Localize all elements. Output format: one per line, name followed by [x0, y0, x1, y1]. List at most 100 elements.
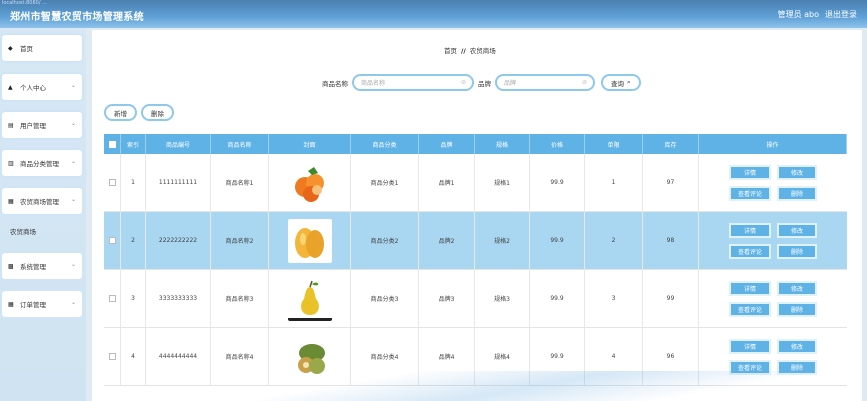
- table-row[interactable]: 3 3333333333 商品名称3 商品分类3 品牌3 规格3 99.9 3 …: [104, 270, 847, 328]
- cell-name: 商品名称1: [211, 154, 269, 211]
- sidebar-item-label: 商品分类管理: [20, 160, 59, 168]
- row-actions: 详情 修改 查看评论 删除: [729, 338, 817, 375]
- col-header: 索引: [121, 134, 146, 154]
- cell-code: 2222222222: [146, 212, 211, 269]
- col-header: 商品分类: [351, 134, 419, 154]
- row-checkbox[interactable]: [108, 179, 116, 186]
- cell-category: 商品分类2: [351, 212, 419, 269]
- cell-brand: 品牌2: [419, 212, 475, 269]
- col-header: 库存: [643, 134, 699, 154]
- breadcrumb-home[interactable]: 首页: [444, 47, 457, 55]
- cell-spec: 规格3: [475, 270, 530, 327]
- row-checkbox[interactable]: [108, 353, 116, 360]
- logout-link[interactable]: 退出登录: [825, 9, 857, 20]
- sidebar-subitem-market[interactable]: 农贸商场: [10, 226, 36, 236]
- breadcrumb-separator: //: [461, 47, 466, 55]
- cell-category: 商品分类3: [351, 270, 419, 327]
- toolbar: 新增 删除: [104, 104, 178, 121]
- review-button[interactable]: 查看评论: [729, 301, 771, 317]
- detail-button[interactable]: 详情: [729, 164, 771, 180]
- row-checkbox[interactable]: [108, 295, 116, 302]
- brand-input[interactable]: 品牌 ⊘: [495, 74, 595, 91]
- cell-stock: 97: [643, 154, 699, 211]
- sidebar-item-category[interactable]: ▥ 商品分类管理 ⌄: [2, 150, 82, 176]
- cell-limit: 2: [585, 212, 643, 269]
- sidebar-item-profile[interactable]: ▲ 个人中心 ⌄: [2, 74, 82, 100]
- product-name-placeholder: 商品名称: [361, 80, 386, 87]
- search-icon: ⌕: [627, 78, 631, 86]
- row-actions: 详情 修改 查看评论 删除: [729, 164, 817, 201]
- cell-code: 3333333333: [146, 270, 211, 327]
- delete-button[interactable]: 删除: [141, 104, 174, 121]
- sidebar-item-orders[interactable]: ▦ 订单管理 ⌄: [2, 291, 82, 317]
- add-button[interactable]: 新增: [104, 104, 137, 121]
- breadcrumb: 首页 //农贸商场: [444, 45, 496, 55]
- detail-button[interactable]: 详情: [729, 280, 771, 296]
- product-image-pear: [287, 276, 332, 321]
- row-delete-button[interactable]: 删除: [777, 243, 817, 259]
- detail-button[interactable]: 详情: [729, 338, 771, 354]
- sidebar-item-users[interactable]: ▤ 用户管理 ⌄: [2, 112, 82, 138]
- app-title: 郑州市智慧农贸市场管理系统: [10, 12, 144, 23]
- grid-icon: ▦: [8, 300, 14, 308]
- review-button[interactable]: 查看评论: [729, 243, 771, 259]
- cell-price: 99.9: [530, 212, 585, 269]
- chart-icon: ▥: [8, 159, 14, 167]
- row-delete-button[interactable]: 删除: [777, 185, 817, 201]
- table-row[interactable]: 2 2222222222 商品名称2 商品分类2 品牌2 规格2 99.9 2 …: [104, 212, 847, 270]
- product-table: 索引 商品编号 商品名称 封面 商品分类 品牌 规格 价格 单限 库存 操作 1…: [104, 134, 847, 386]
- edit-button[interactable]: 修改: [777, 280, 817, 296]
- sidebar-item-label: 用户管理: [20, 122, 46, 130]
- chevron-down-icon: ⌄: [70, 196, 76, 203]
- current-user: 管理员 abo: [777, 10, 819, 19]
- table-row[interactable]: 1 1111111111 商品名称1 商品分类1 品牌1 规格1 99.9 1 …: [104, 154, 847, 212]
- cell-limit: 3: [585, 270, 643, 327]
- grid-icon: ▦: [8, 197, 14, 205]
- cell-price: 99.9: [530, 270, 585, 327]
- clear-icon: ⊘: [581, 79, 587, 86]
- cell-brand: 品牌1: [419, 154, 475, 211]
- sidebar-item-label: 订单管理: [20, 301, 46, 309]
- users-icon: ▤: [8, 121, 14, 129]
- cell-brand: 品牌3: [419, 270, 475, 327]
- cell-name: 商品名称2: [211, 212, 269, 269]
- sidebar-item-home[interactable]: ◆ 首页: [2, 35, 82, 61]
- review-button[interactable]: 查看评论: [729, 185, 771, 201]
- top-bar: localhost:8080/ ... 郑州市智慧农贸市场管理系统 管理员 ab…: [0, 0, 867, 28]
- search-label-name: 商品名称: [322, 79, 348, 88]
- breadcrumb-current: 农贸商场: [469, 47, 496, 55]
- edit-button[interactable]: 修改: [777, 222, 817, 238]
- col-header: 价格: [530, 134, 585, 154]
- product-name-input[interactable]: 商品名称 ⊘: [352, 74, 474, 91]
- cell-stock: 99: [643, 270, 699, 327]
- col-header: 规格: [475, 134, 530, 154]
- cell-code: 1111111111: [146, 154, 211, 211]
- edit-button[interactable]: 修改: [777, 338, 817, 354]
- cell-category: 商品分类1: [351, 154, 419, 211]
- cell-name: 商品名称3: [211, 270, 269, 327]
- search-label-brand: 品牌: [478, 79, 491, 88]
- search-button[interactable]: 查询 ⌕: [601, 74, 641, 91]
- cell-index: 2: [121, 212, 146, 269]
- sidebar-item-system[interactable]: ▩ 系统管理 ⌄: [2, 253, 82, 279]
- sidebar-item-market[interactable]: ▦ 农贸商场管理 ⌄: [2, 188, 82, 214]
- cell-index: 3: [121, 270, 146, 327]
- background-swoosh: [0, 371, 867, 401]
- row-checkbox[interactable]: [108, 237, 116, 244]
- brand-placeholder: 品牌: [504, 80, 517, 87]
- row-delete-button[interactable]: 删除: [777, 301, 817, 317]
- sidebar-item-label: 农贸商场管理: [20, 198, 59, 206]
- edit-button[interactable]: 修改: [777, 164, 817, 180]
- user-icon: ▲: [8, 83, 13, 91]
- cell-index: 1: [121, 154, 146, 211]
- search-bar: 商品名称 商品名称 ⊘ 品牌 品牌 ⊘ 查询 ⌕: [322, 74, 641, 91]
- select-all-checkbox[interactable]: [108, 140, 116, 148]
- cell-spec: 规格2: [475, 212, 530, 269]
- detail-button[interactable]: 详情: [729, 222, 771, 238]
- col-header: 商品编号: [146, 134, 211, 154]
- main-content: 首页//农贸商场 商品名称 商品名称 ⊘ 品牌 品牌 ⊘ 查询 ⌕ 新增 删除 …: [92, 30, 862, 401]
- product-image-oranges: [287, 160, 332, 205]
- col-header: 单限: [585, 134, 643, 154]
- col-header: 品牌: [419, 134, 475, 154]
- home-icon: ◆: [8, 44, 13, 52]
